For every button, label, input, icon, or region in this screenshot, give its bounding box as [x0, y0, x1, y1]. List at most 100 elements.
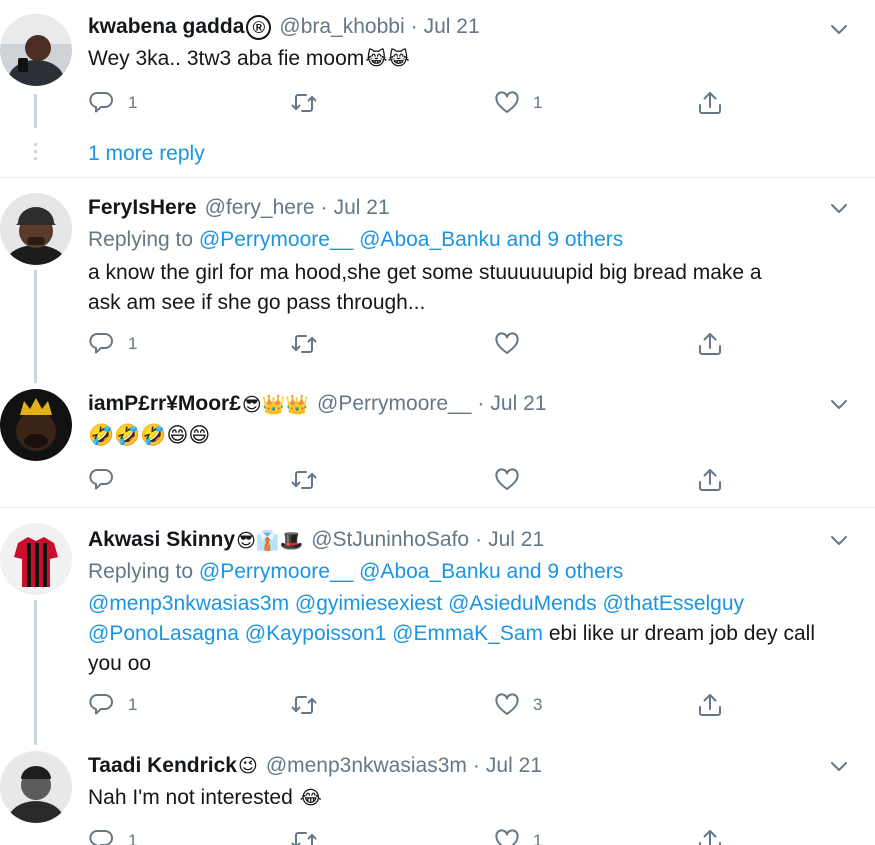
replying-users-link[interactable]: @Perrymoore__ @Aboa_Banku and 9 others	[199, 560, 623, 583]
share-icon	[699, 469, 721, 491]
tweet-text-body: Nah I'm not interested	[88, 786, 293, 809]
display-name[interactable]: kwabena gadda	[88, 15, 244, 39]
display-name[interactable]: Akwasi Skinny	[88, 528, 235, 552]
replying-users-link[interactable]: @Perrymoore__ @Aboa_Banku and 9 others	[199, 228, 623, 251]
reply-button[interactable]: 1	[88, 826, 137, 845]
avatar[interactable]	[0, 193, 72, 265]
tweet-header: kwabena gadda ® @bra_khobbi · Jul 21	[88, 14, 480, 40]
avatar-image	[0, 14, 72, 86]
like-button[interactable]: 1	[493, 88, 542, 118]
like-button[interactable]: 3	[493, 690, 542, 720]
reply-icon	[89, 332, 113, 354]
user-handle[interactable]: @Perrymoore__	[317, 392, 471, 416]
reply-icon	[89, 468, 113, 490]
heart-icon	[495, 693, 519, 715]
avatar[interactable]	[0, 523, 72, 595]
reply-button[interactable]: 1	[88, 88, 137, 118]
display-name[interactable]: Taadi Kendrick	[88, 754, 237, 778]
tweet-date[interactable]: Jul 21	[488, 528, 544, 552]
avatar[interactable]	[0, 14, 72, 86]
heart-icon	[495, 91, 519, 113]
chevron-down-icon[interactable]	[826, 753, 852, 779]
avatar-image	[0, 389, 72, 461]
like-count: 1	[533, 93, 543, 112]
replying-prefix: Replying to	[88, 228, 194, 251]
user-handle[interactable]: @menp3nkwasias3m	[266, 754, 467, 778]
tweet-text-line: you oo	[88, 652, 152, 675]
heart-icon	[495, 332, 519, 354]
like-count: 1	[533, 831, 543, 845]
chevron-down-icon[interactable]	[826, 195, 852, 221]
avatar-image	[0, 523, 72, 595]
replying-to: Replying to @Perrymoore__ @Aboa_Banku an…	[88, 228, 623, 252]
share-button[interactable]	[696, 329, 724, 359]
separator-dot: ·	[472, 754, 480, 777]
thread-line	[34, 94, 37, 128]
retweet-button[interactable]	[290, 329, 318, 359]
tweet-text: @menp3nkwasias3m @gyimiesexiest @AsieduM…	[88, 589, 848, 679]
avatar-image	[0, 751, 72, 823]
avatar-image	[0, 193, 72, 265]
retweet-button[interactable]	[290, 690, 318, 720]
retweet-icon	[291, 335, 317, 353]
tweet-date[interactable]: Jul 21	[424, 15, 480, 39]
reply-icon	[89, 693, 113, 715]
share-button[interactable]	[696, 826, 724, 845]
tweet-date[interactable]: Jul 21	[486, 754, 542, 778]
tweet-date[interactable]: Jul 21	[490, 392, 546, 416]
mention-links[interactable]: @PonoLasagna @Kaypoisson1 @EmmaK_Sam	[88, 622, 543, 645]
retweet-button[interactable]	[290, 826, 318, 845]
chevron-down-icon[interactable]	[826, 391, 852, 417]
like-count: 3	[533, 695, 543, 714]
retweet-icon	[291, 696, 317, 714]
user-handle[interactable]: @fery_here	[205, 196, 315, 220]
replying-to: Replying to @Perrymoore__ @Aboa_Banku an…	[88, 560, 623, 584]
share-button[interactable]	[696, 465, 724, 495]
like-button[interactable]	[493, 329, 521, 359]
like-button[interactable]	[493, 465, 521, 495]
share-button[interactable]	[696, 690, 724, 720]
retweet-button[interactable]	[290, 88, 318, 118]
avatar[interactable]	[0, 751, 72, 823]
chevron-down-icon[interactable]	[826, 527, 852, 553]
reply-count: 1	[128, 695, 138, 714]
thread-line	[34, 600, 37, 745]
tweet-text: Nah I'm not interested 😂	[88, 783, 848, 813]
share-icon	[699, 92, 721, 114]
reply-button[interactable]: 1	[88, 690, 137, 720]
tweet-text: 🤣🤣🤣😄😄	[88, 420, 848, 451]
avatar[interactable]	[0, 389, 72, 461]
display-name[interactable]: iamP£rr¥Moor£	[88, 392, 241, 416]
tweet-text-line: ask am see if she go pass through...	[88, 291, 426, 314]
tweet-text: Wey 3ka.. 3tw3 aba fie moom😹😹	[88, 44, 848, 74]
user-handle[interactable]: @StJuninhoSafo	[311, 528, 469, 552]
separator-dot: ·	[475, 528, 483, 551]
tweet-text-body: ebi like ur dream job dey call	[543, 622, 815, 645]
reply-button[interactable]	[88, 465, 116, 495]
retweet-icon	[291, 94, 317, 112]
tweet-text-emoji: 🤣🤣🤣😄😄	[88, 423, 211, 447]
tweet-header: FeryIsHere @fery_here · Jul 21	[88, 195, 390, 221]
share-icon	[699, 333, 721, 355]
more-replies-link[interactable]: 1 more reply	[88, 142, 205, 166]
reply-button[interactable]: 1	[88, 329, 137, 359]
tweet-header: iamP£rr¥Moor£ 😎👑👑 @Perrymoore__ · Jul 21	[88, 391, 546, 417]
display-name[interactable]: FeryIsHere	[88, 196, 197, 220]
tweet-text-body: Wey 3ka.. 3tw3 aba fie moom	[88, 47, 365, 70]
tweet-date[interactable]: Jul 21	[334, 196, 390, 220]
mention-links[interactable]: @menp3nkwasias3m @gyimiesexiest @AsieduM…	[88, 589, 848, 619]
tweet-text: a know the girl for ma hood,she get some…	[88, 258, 848, 318]
retweet-button[interactable]	[290, 465, 318, 495]
heart-icon	[495, 829, 519, 845]
tweet-text-emoji: 😹😹	[365, 48, 410, 70]
share-button[interactable]	[696, 88, 724, 118]
user-handle[interactable]: @bra_khobbi	[279, 15, 404, 39]
name-emoji: 😎👔🎩	[236, 529, 304, 552]
replying-prefix: Replying to	[88, 560, 194, 583]
share-icon	[699, 830, 721, 845]
chevron-down-icon[interactable]	[826, 16, 852, 42]
tweet-header: Akwasi Skinny 😎👔🎩 @StJuninhoSafo · Jul 2…	[88, 527, 544, 553]
tweet-header: Taadi Kendrick 😉 @menp3nkwasias3m · Jul …	[88, 753, 542, 779]
like-button[interactable]: 1	[493, 826, 542, 845]
reply-count: 1	[128, 334, 138, 353]
